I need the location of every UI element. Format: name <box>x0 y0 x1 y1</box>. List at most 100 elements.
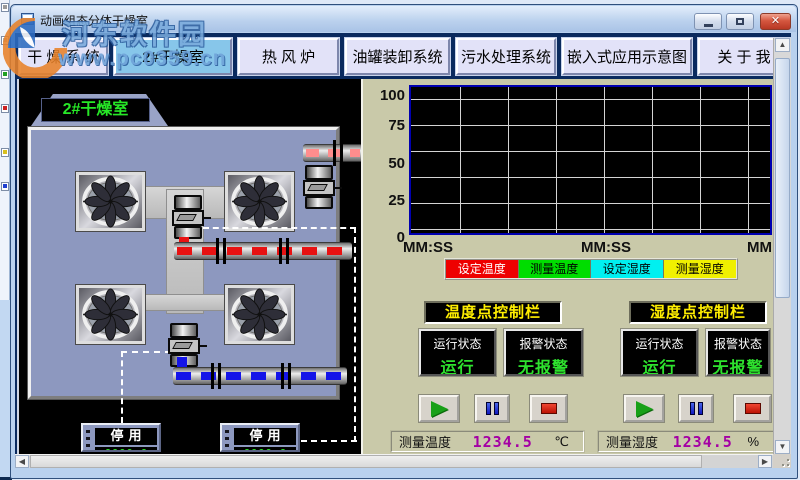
status-label: 运行状态 <box>635 337 684 351</box>
stop-icon <box>540 403 557 414</box>
toolbar-tool-icon[interactable] <box>1 70 9 79</box>
tab-drying-system[interactable]: 干 燥 系 统 <box>19 38 108 75</box>
status-label: 报警状态 <box>713 337 762 351</box>
y-tick: 25 <box>388 192 405 209</box>
stop-icon <box>744 403 761 414</box>
app-icon <box>21 13 34 25</box>
fan-top-right <box>225 172 294 231</box>
pipe-flange <box>211 363 221 389</box>
pause-icon <box>485 402 499 415</box>
minimize-button[interactable] <box>694 13 722 30</box>
valve-top-right <box>302 165 342 209</box>
scroll-up-arrow[interactable]: ▲ <box>775 38 790 52</box>
horizontal-scroll-thumb[interactable] <box>30 455 702 468</box>
status-value: 运行 <box>642 360 677 376</box>
vertical-scrollbar[interactable]: ▲ ▼ <box>773 38 791 454</box>
humidity-stop-button[interactable] <box>734 395 771 422</box>
measure-value: 1234.5 <box>472 432 533 451</box>
trend-chart <box>409 85 772 235</box>
y-tick: 75 <box>388 117 405 134</box>
fan-bottom-left <box>76 285 145 344</box>
play-icon <box>430 400 448 417</box>
scroll-right-arrow[interactable]: ▶ <box>758 455 772 468</box>
device-reading: 0000.0 <box>95 447 157 450</box>
device-status: 停用 <box>234 428 296 445</box>
pipe-flange <box>333 140 343 166</box>
temp-run-status-box: 运行状态 运行 <box>419 329 496 376</box>
toolbar-tool-icon[interactable] <box>1 148 9 157</box>
horizontal-scrollbar[interactable]: ◀ ▶ <box>15 454 773 468</box>
x-tick: MM:SS <box>581 239 631 256</box>
toolbar-tool-icon[interactable] <box>1 104 9 113</box>
status-value: 无报警 <box>517 360 569 376</box>
tab-drying-room-2[interactable]: 2#干燥室 <box>114 38 232 75</box>
scroll-down-arrow[interactable]: ▼ <box>775 440 790 454</box>
toolbar-tool-icon[interactable] <box>1 3 9 12</box>
humidity-panel-header: 湿度点控制栏 <box>629 301 767 324</box>
chart-gridlines <box>411 87 770 233</box>
valve-center <box>171 195 211 239</box>
pipe-flange <box>216 238 226 264</box>
tab-oil-tank-system[interactable]: 油罐装卸系统 <box>345 38 450 75</box>
pipe-flange <box>281 363 291 389</box>
pipe-blue-return <box>173 363 347 389</box>
pipe-top-right <box>303 140 361 166</box>
pipe-red-supply <box>174 238 352 264</box>
device-reading: 0000.0 <box>234 447 296 450</box>
room-label: 2#干燥室 <box>41 98 150 122</box>
humidity-start-button[interactable] <box>624 395 664 422</box>
app-window: 动画组态分体干燥室 ✕ 干 燥 系 统 2#干燥室 热 风 炉 油罐装卸系统 污… <box>10 4 798 479</box>
status-label: 报警状态 <box>519 337 568 351</box>
close-button[interactable]: ✕ <box>760 13 791 30</box>
maximize-button[interactable] <box>726 13 754 30</box>
y-tick: 100 <box>379 87 405 104</box>
humidity-measure-box: 测量湿度 1234.5 % <box>598 431 774 452</box>
legend-set-humidity: 设定湿度 <box>591 260 664 278</box>
legend-set-temperature: 设定温度 <box>446 260 519 278</box>
dotted-region-bottom-segment <box>301 440 357 442</box>
maximize-icon <box>736 18 744 25</box>
humidity-pause-button[interactable] <box>679 395 713 422</box>
device-box-1[interactable]: 停用 0000.0 <box>81 423 161 452</box>
temp-pause-button[interactable] <box>475 395 509 422</box>
measure-unit: ℃ <box>554 433 569 449</box>
background-toolbar <box>0 0 10 480</box>
close-icon: ✕ <box>770 15 781 27</box>
client-area: 干 燥 系 统 2#干燥室 热 风 炉 油罐装卸系统 污水处理系统 嵌入式应用示… <box>15 33 791 468</box>
control-panel: 100 75 50 25 0 MM:SS MM:SS MM:SS 设定温度 测量… <box>373 79 774 454</box>
measure-label: 测量湿度 <box>606 435 659 450</box>
device-box-2[interactable]: 停用 0000.0 <box>220 423 300 452</box>
vertical-scroll-thumb[interactable] <box>775 58 790 298</box>
pipe-flow-blue <box>176 372 344 380</box>
status-label: 运行状态 <box>433 337 482 351</box>
resize-grip[interactable] <box>773 454 791 468</box>
toolbar-tool-icon[interactable] <box>1 182 9 191</box>
temperature-panel-header: 温度点控制栏 <box>424 301 562 324</box>
measure-unit: % <box>747 434 759 449</box>
panel-divider <box>361 79 373 454</box>
play-icon <box>635 400 653 417</box>
pipe-flange <box>279 238 289 264</box>
measure-value: 1234.5 <box>672 432 733 451</box>
fan-top-left <box>76 172 145 231</box>
tab-hot-air-furnace[interactable]: 热 风 炉 <box>238 38 339 75</box>
background-window-area <box>0 300 10 480</box>
scroll-left-arrow[interactable]: ◀ <box>15 455 29 468</box>
toolbar-tool-icon[interactable] <box>1 36 9 45</box>
legend-measured-temperature: 测量温度 <box>518 260 591 278</box>
humidity-run-status-box: 运行状态 运行 <box>621 329 698 376</box>
y-tick: 50 <box>388 155 405 172</box>
tab-embedded-demo[interactable]: 嵌入式应用示意图 <box>562 38 692 75</box>
temp-start-button[interactable] <box>419 395 459 422</box>
minimize-icon <box>703 23 713 27</box>
humidity-alarm-status-box: 报警状态 无报警 <box>706 329 770 376</box>
tab-sewage-system[interactable]: 污水处理系统 <box>456 38 556 75</box>
pipe-flow-red <box>177 247 349 255</box>
x-tick: MM:SS <box>747 239 774 256</box>
x-tick: MM:SS <box>403 239 453 256</box>
status-value: 运行 <box>440 360 475 376</box>
temp-alarm-status-box: 报警状态 无报警 <box>504 329 583 376</box>
status-value: 无报警 <box>712 360 764 376</box>
title-bar[interactable]: 动画组态分体干燥室 ✕ <box>12 6 796 32</box>
temp-stop-button[interactable] <box>530 395 567 422</box>
